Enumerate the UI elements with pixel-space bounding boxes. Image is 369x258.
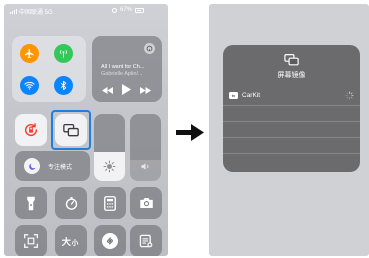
orientation-lock-button[interactable] bbox=[15, 114, 47, 146]
airplane-icon bbox=[24, 48, 34, 59]
notes-icon bbox=[139, 234, 153, 248]
status-left: 中国联通 5G bbox=[10, 7, 53, 16]
rewind-icon bbox=[102, 87, 113, 94]
song-artist: Gabrielle Aplin/... bbox=[101, 71, 143, 77]
flashlight-icon bbox=[27, 196, 35, 210]
qr-scanner-button[interactable] bbox=[15, 225, 47, 256]
rotation-lock-icon bbox=[24, 123, 38, 137]
signal-icon bbox=[10, 9, 17, 14]
screen-mirroring-screen: 屏幕镜像 tv CarKit bbox=[209, 4, 369, 256]
list-divider bbox=[223, 137, 360, 138]
calculator-icon bbox=[104, 195, 116, 211]
text-size-button[interactable]: 大 小 bbox=[55, 225, 87, 256]
alarm-icon bbox=[112, 7, 117, 13]
play-icon bbox=[122, 84, 131, 95]
brightness-slider[interactable] bbox=[94, 114, 125, 181]
carrier-label: 中国联通 5G bbox=[19, 10, 53, 16]
screen-mirroring-icon bbox=[63, 123, 79, 136]
list-divider bbox=[223, 121, 360, 122]
status-right: 67% bbox=[112, 7, 145, 13]
bluetooth-button[interactable] bbox=[54, 76, 73, 95]
panel-title: 屏幕镜像 bbox=[277, 72, 306, 79]
cellular-data-button[interactable] bbox=[54, 44, 73, 63]
notes-button[interactable] bbox=[130, 225, 162, 256]
screen-mirroring-panel: 屏幕镜像 tv CarKit bbox=[223, 45, 360, 172]
camera-button[interactable] bbox=[130, 187, 162, 219]
fast-forward-icon bbox=[140, 87, 151, 94]
moon-icon bbox=[28, 163, 35, 170]
antenna-icon bbox=[60, 50, 67, 58]
list-divider bbox=[223, 105, 360, 106]
airplay-button[interactable] bbox=[144, 43, 155, 54]
shazam-icon bbox=[102, 233, 118, 249]
device-row-carkit[interactable]: tv CarKit bbox=[223, 88, 360, 104]
volume-slider[interactable] bbox=[130, 114, 161, 181]
battery-icon bbox=[135, 7, 145, 13]
focus-mode-label: 专注模式 bbox=[48, 165, 73, 171]
qr-code-icon bbox=[24, 234, 38, 248]
flashlight-button[interactable] bbox=[15, 187, 47, 219]
wifi-icon bbox=[24, 81, 35, 90]
song-title: All I want for Ch... bbox=[101, 64, 145, 70]
device-name: CarKit bbox=[242, 92, 261, 99]
wifi-button[interactable] bbox=[20, 76, 39, 95]
speaker-icon bbox=[141, 163, 149, 170]
bluetooth-icon bbox=[60, 80, 67, 91]
battery-percent: 67% bbox=[120, 7, 133, 13]
timer-icon bbox=[65, 196, 77, 210]
play-button[interactable] bbox=[122, 84, 132, 95]
loading-spinner-icon bbox=[345, 91, 354, 100]
timer-button[interactable] bbox=[55, 187, 87, 219]
list-divider bbox=[223, 153, 360, 154]
screen-mirroring-button[interactable] bbox=[55, 114, 87, 146]
focus-moon-badge bbox=[24, 158, 40, 174]
next-track-button[interactable] bbox=[140, 86, 151, 95]
svg-text:大: 大 bbox=[62, 236, 72, 247]
shazam-button[interactable] bbox=[94, 225, 126, 256]
airplay-icon bbox=[146, 45, 153, 52]
sun-icon bbox=[103, 160, 116, 173]
svg-text:小: 小 bbox=[72, 238, 79, 247]
camera-icon bbox=[139, 198, 153, 208]
text-size-icon: 大 小 bbox=[62, 236, 79, 247]
right-arrow-icon bbox=[176, 124, 204, 141]
airplane-mode-button[interactable] bbox=[20, 44, 39, 63]
calculator-button[interactable] bbox=[94, 187, 126, 219]
previous-track-button[interactable] bbox=[102, 86, 113, 95]
control-center-screen: 中国联通 5G 67% All I want for Ch... Gabriel… bbox=[4, 4, 168, 256]
screen-mirroring-icon bbox=[284, 54, 299, 66]
appletv-badge-icon: tv bbox=[229, 92, 238, 99]
